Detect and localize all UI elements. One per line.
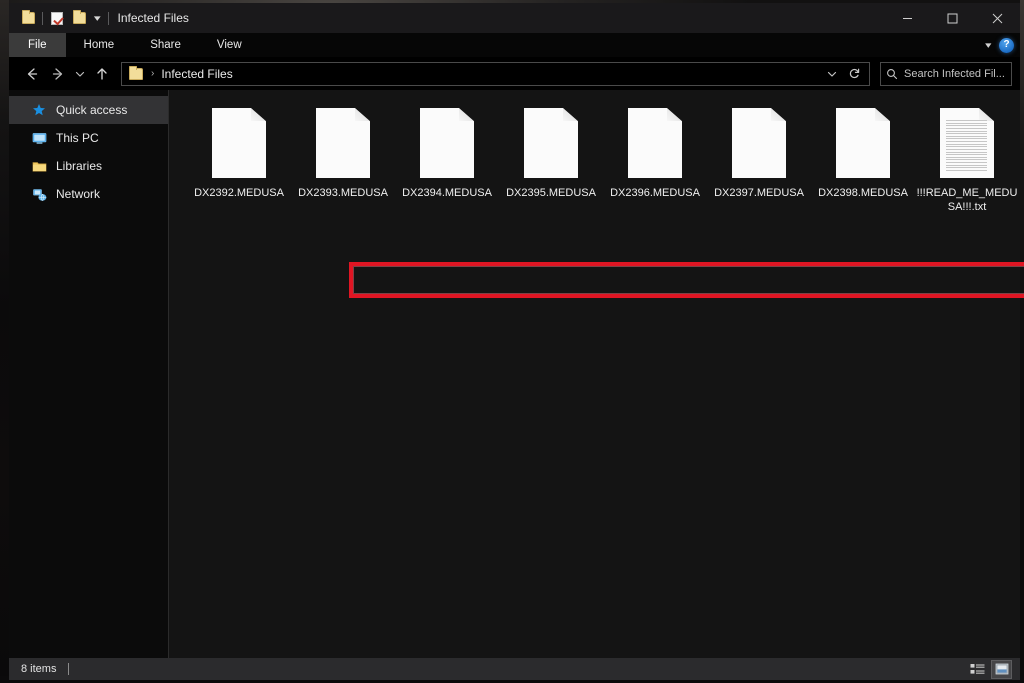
window-body: Quick access This PC Libraries Network D… bbox=[9, 90, 1024, 658]
recent-locations-button[interactable] bbox=[71, 61, 89, 87]
window-title: Infected Files bbox=[117, 11, 189, 25]
desktop-right-edge bbox=[1020, 0, 1024, 683]
close-icon bbox=[992, 13, 1003, 23]
arrow-left-icon bbox=[27, 67, 38, 80]
expand-ribbon-button[interactable]: ▾ bbox=[986, 40, 992, 51]
sidebar-item-libraries[interactable]: Libraries bbox=[9, 152, 168, 180]
forward-button[interactable] bbox=[45, 61, 71, 87]
sidebar-item-this-pc[interactable]: This PC bbox=[9, 124, 168, 152]
maximize-button[interactable] bbox=[930, 3, 975, 33]
ribbon-tab-strip: File Home Share View ▾ ? bbox=[9, 33, 1020, 57]
large-icons-view-icon bbox=[995, 663, 1008, 675]
sidebar-item-label: This PC bbox=[56, 131, 99, 145]
list-item[interactable]: DX2398.MEDUSA bbox=[811, 104, 915, 214]
file-name-label: DX2398.MEDUSA bbox=[818, 187, 908, 199]
folder-icon bbox=[21, 10, 35, 24]
tab-file[interactable]: File bbox=[9, 33, 66, 57]
customize-qat-button[interactable]: ▾ bbox=[86, 13, 108, 23]
network-icon bbox=[31, 186, 47, 202]
status-divider bbox=[68, 663, 70, 675]
qat-divider-1 bbox=[42, 11, 43, 25]
properties-icon bbox=[51, 11, 63, 25]
quick-access-toolbar: ▾ bbox=[9, 3, 112, 33]
help-button[interactable]: ? bbox=[999, 37, 1014, 53]
sidebar-item-quick-access[interactable]: Quick access bbox=[9, 96, 168, 124]
refresh-button[interactable] bbox=[843, 63, 865, 85]
file-name-label: DX2395.MEDUSA bbox=[506, 187, 596, 199]
status-bar: 8 items bbox=[9, 658, 1020, 680]
refresh-icon bbox=[849, 68, 859, 79]
list-item[interactable]: DX2397.MEDUSA bbox=[707, 104, 811, 214]
text-file-icon bbox=[940, 108, 994, 178]
breadcrumb-separator: › bbox=[151, 68, 155, 79]
list-item[interactable]: DX2393.MEDUSA bbox=[291, 104, 395, 214]
sidebar-item-label: Libraries bbox=[56, 159, 103, 173]
arrow-right-icon bbox=[52, 67, 63, 80]
list-item[interactable]: DX2395.MEDUSA bbox=[499, 104, 603, 214]
arrow-up-icon bbox=[97, 67, 107, 80]
new-folder-icon bbox=[72, 10, 86, 24]
encrypted-file-icon bbox=[524, 108, 578, 178]
chevron-down-icon bbox=[827, 71, 837, 77]
file-name-label: DX2392.MEDUSA bbox=[194, 187, 284, 199]
file-name-label: DX2397.MEDUSA bbox=[714, 187, 804, 199]
encrypted-files-highlight bbox=[349, 262, 1024, 298]
chevron-down-icon bbox=[75, 71, 85, 77]
desktop-left-edge bbox=[0, 0, 9, 683]
search-input[interactable]: Search Infected Fil... bbox=[880, 61, 1012, 86]
minimize-icon bbox=[903, 17, 912, 19]
encrypted-file-icon bbox=[732, 108, 786, 178]
large-icons-view-button[interactable] bbox=[991, 659, 1012, 679]
file-name-label: DX2393.MEDUSA bbox=[298, 187, 388, 199]
encrypted-file-icon bbox=[316, 108, 370, 178]
details-view-button[interactable] bbox=[967, 660, 988, 679]
list-item[interactable]: DX2396.MEDUSA bbox=[603, 104, 707, 214]
sidebar-item-label: Quick access bbox=[56, 103, 128, 117]
close-button[interactable] bbox=[975, 3, 1020, 33]
details-view-icon bbox=[970, 663, 985, 674]
folder-icon bbox=[31, 158, 47, 174]
view-mode-buttons bbox=[967, 658, 1012, 680]
search-placeholder: Search Infected Fil... bbox=[904, 67, 1005, 80]
encrypted-file-icon bbox=[628, 108, 682, 178]
window-controls bbox=[885, 3, 1020, 33]
breadcrumb[interactable]: Infected Files bbox=[161, 67, 232, 81]
tab-view[interactable]: View bbox=[199, 33, 260, 57]
previous-locations-button[interactable] bbox=[821, 63, 843, 85]
list-item[interactable]: DX2394.MEDUSA bbox=[395, 104, 499, 214]
title-bar: ▾ Infected Files bbox=[9, 3, 1020, 33]
address-bar[interactable]: › Infected Files bbox=[121, 61, 870, 86]
maximize-icon bbox=[947, 13, 958, 23]
sidebar-item-label: Network bbox=[56, 187, 101, 201]
encrypted-file-icon bbox=[420, 108, 474, 178]
list-item[interactable]: !!!READ_ME_MEDUSA!!!.txt bbox=[915, 104, 1019, 214]
sidebar-item-network[interactable]: Network bbox=[9, 180, 168, 208]
minimize-button[interactable] bbox=[885, 3, 930, 33]
up-button[interactable] bbox=[89, 61, 115, 87]
item-count-label: 8 items bbox=[21, 663, 57, 675]
file-name-label: DX2396.MEDUSA bbox=[610, 187, 700, 199]
file-grid: DX2392.MEDUSA DX2393.MEDUSA DX2394.MEDUS… bbox=[187, 104, 1020, 214]
tab-home[interactable]: Home bbox=[66, 33, 133, 57]
back-button[interactable] bbox=[19, 61, 45, 87]
breadcrumb-folder-icon bbox=[129, 65, 143, 80]
explorer-folder-icon[interactable] bbox=[17, 7, 39, 29]
navigation-bar: › Infected Files Search Infected Fil... bbox=[9, 57, 1020, 90]
list-item[interactable]: DX2392.MEDUSA bbox=[187, 104, 291, 214]
ribbon-right-controls: ▾ ? bbox=[986, 33, 1014, 57]
properties-button[interactable] bbox=[46, 7, 68, 29]
navigation-pane: Quick access This PC Libraries Network bbox=[9, 90, 169, 658]
file-list-view[interactable]: DX2392.MEDUSA DX2393.MEDUSA DX2394.MEDUS… bbox=[169, 90, 1024, 658]
encrypted-file-icon bbox=[836, 108, 890, 178]
text-lines bbox=[946, 120, 987, 171]
tab-share[interactable]: Share bbox=[132, 33, 199, 57]
file-name-label: !!!READ_ME_MEDUSA!!!.txt bbox=[916, 187, 1018, 213]
encrypted-file-icon bbox=[212, 108, 266, 178]
monitor-icon bbox=[31, 130, 47, 146]
star-icon bbox=[31, 102, 47, 118]
search-icon bbox=[887, 68, 898, 79]
file-explorer-window: ▾ Infected Files File Home Share View ▾ … bbox=[9, 3, 1024, 680]
file-name-label: DX2394.MEDUSA bbox=[402, 187, 492, 199]
